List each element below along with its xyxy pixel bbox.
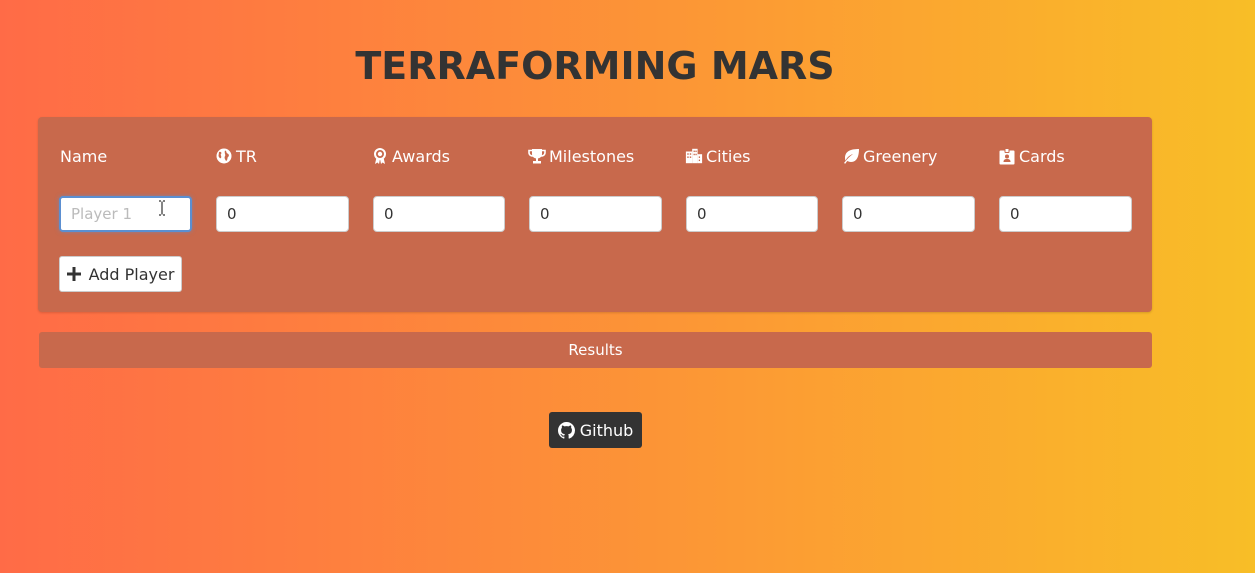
milestones-input[interactable] <box>529 196 662 232</box>
page-title: TERRAFORMING MARS <box>355 44 835 88</box>
leaf-icon <box>842 147 860 165</box>
cities-input[interactable] <box>686 196 818 232</box>
globe-icon <box>215 147 233 165</box>
id-card-icon <box>998 147 1016 165</box>
player-name-input[interactable] <box>59 196 192 232</box>
column-header-awards: Awards <box>371 146 450 166</box>
column-header-tr: TR <box>215 146 257 166</box>
column-header-label: Greenery <box>863 146 938 166</box>
score-panel: Name TR Awards Milestones Cities Greener… <box>38 117 1152 312</box>
github-label: Github <box>579 420 634 440</box>
column-header-cities: Cities <box>685 146 751 166</box>
tr-input[interactable] <box>216 196 349 232</box>
github-button[interactable]: Github <box>549 412 642 448</box>
results-toggle[interactable]: Results <box>39 332 1152 368</box>
column-header-cards: Cards <box>998 146 1065 166</box>
text-cursor-icon <box>159 200 165 216</box>
column-header-label: TR <box>236 146 257 166</box>
cards-input[interactable] <box>999 196 1132 232</box>
column-header-label: Awards <box>392 146 450 166</box>
award-icon <box>371 147 389 165</box>
plus-icon <box>66 264 81 284</box>
greenery-input[interactable] <box>842 196 975 232</box>
github-icon <box>557 421 575 439</box>
column-header-milestones: Milestones <box>528 146 634 166</box>
column-header-greenery: Greenery <box>842 146 937 166</box>
awards-input[interactable] <box>373 196 505 232</box>
column-header-label: Cities <box>706 146 751 166</box>
trophy-icon <box>528 147 546 165</box>
add-player-label: Add Player <box>88 264 175 284</box>
column-header-name: Name <box>60 146 107 166</box>
column-header-label: Name <box>60 146 108 166</box>
column-header-label: Milestones <box>549 146 635 166</box>
column-header-label: Cards <box>1019 146 1065 166</box>
add-player-button[interactable]: Add Player <box>59 256 182 292</box>
results-label: Results <box>568 341 623 359</box>
city-icon <box>685 147 703 165</box>
